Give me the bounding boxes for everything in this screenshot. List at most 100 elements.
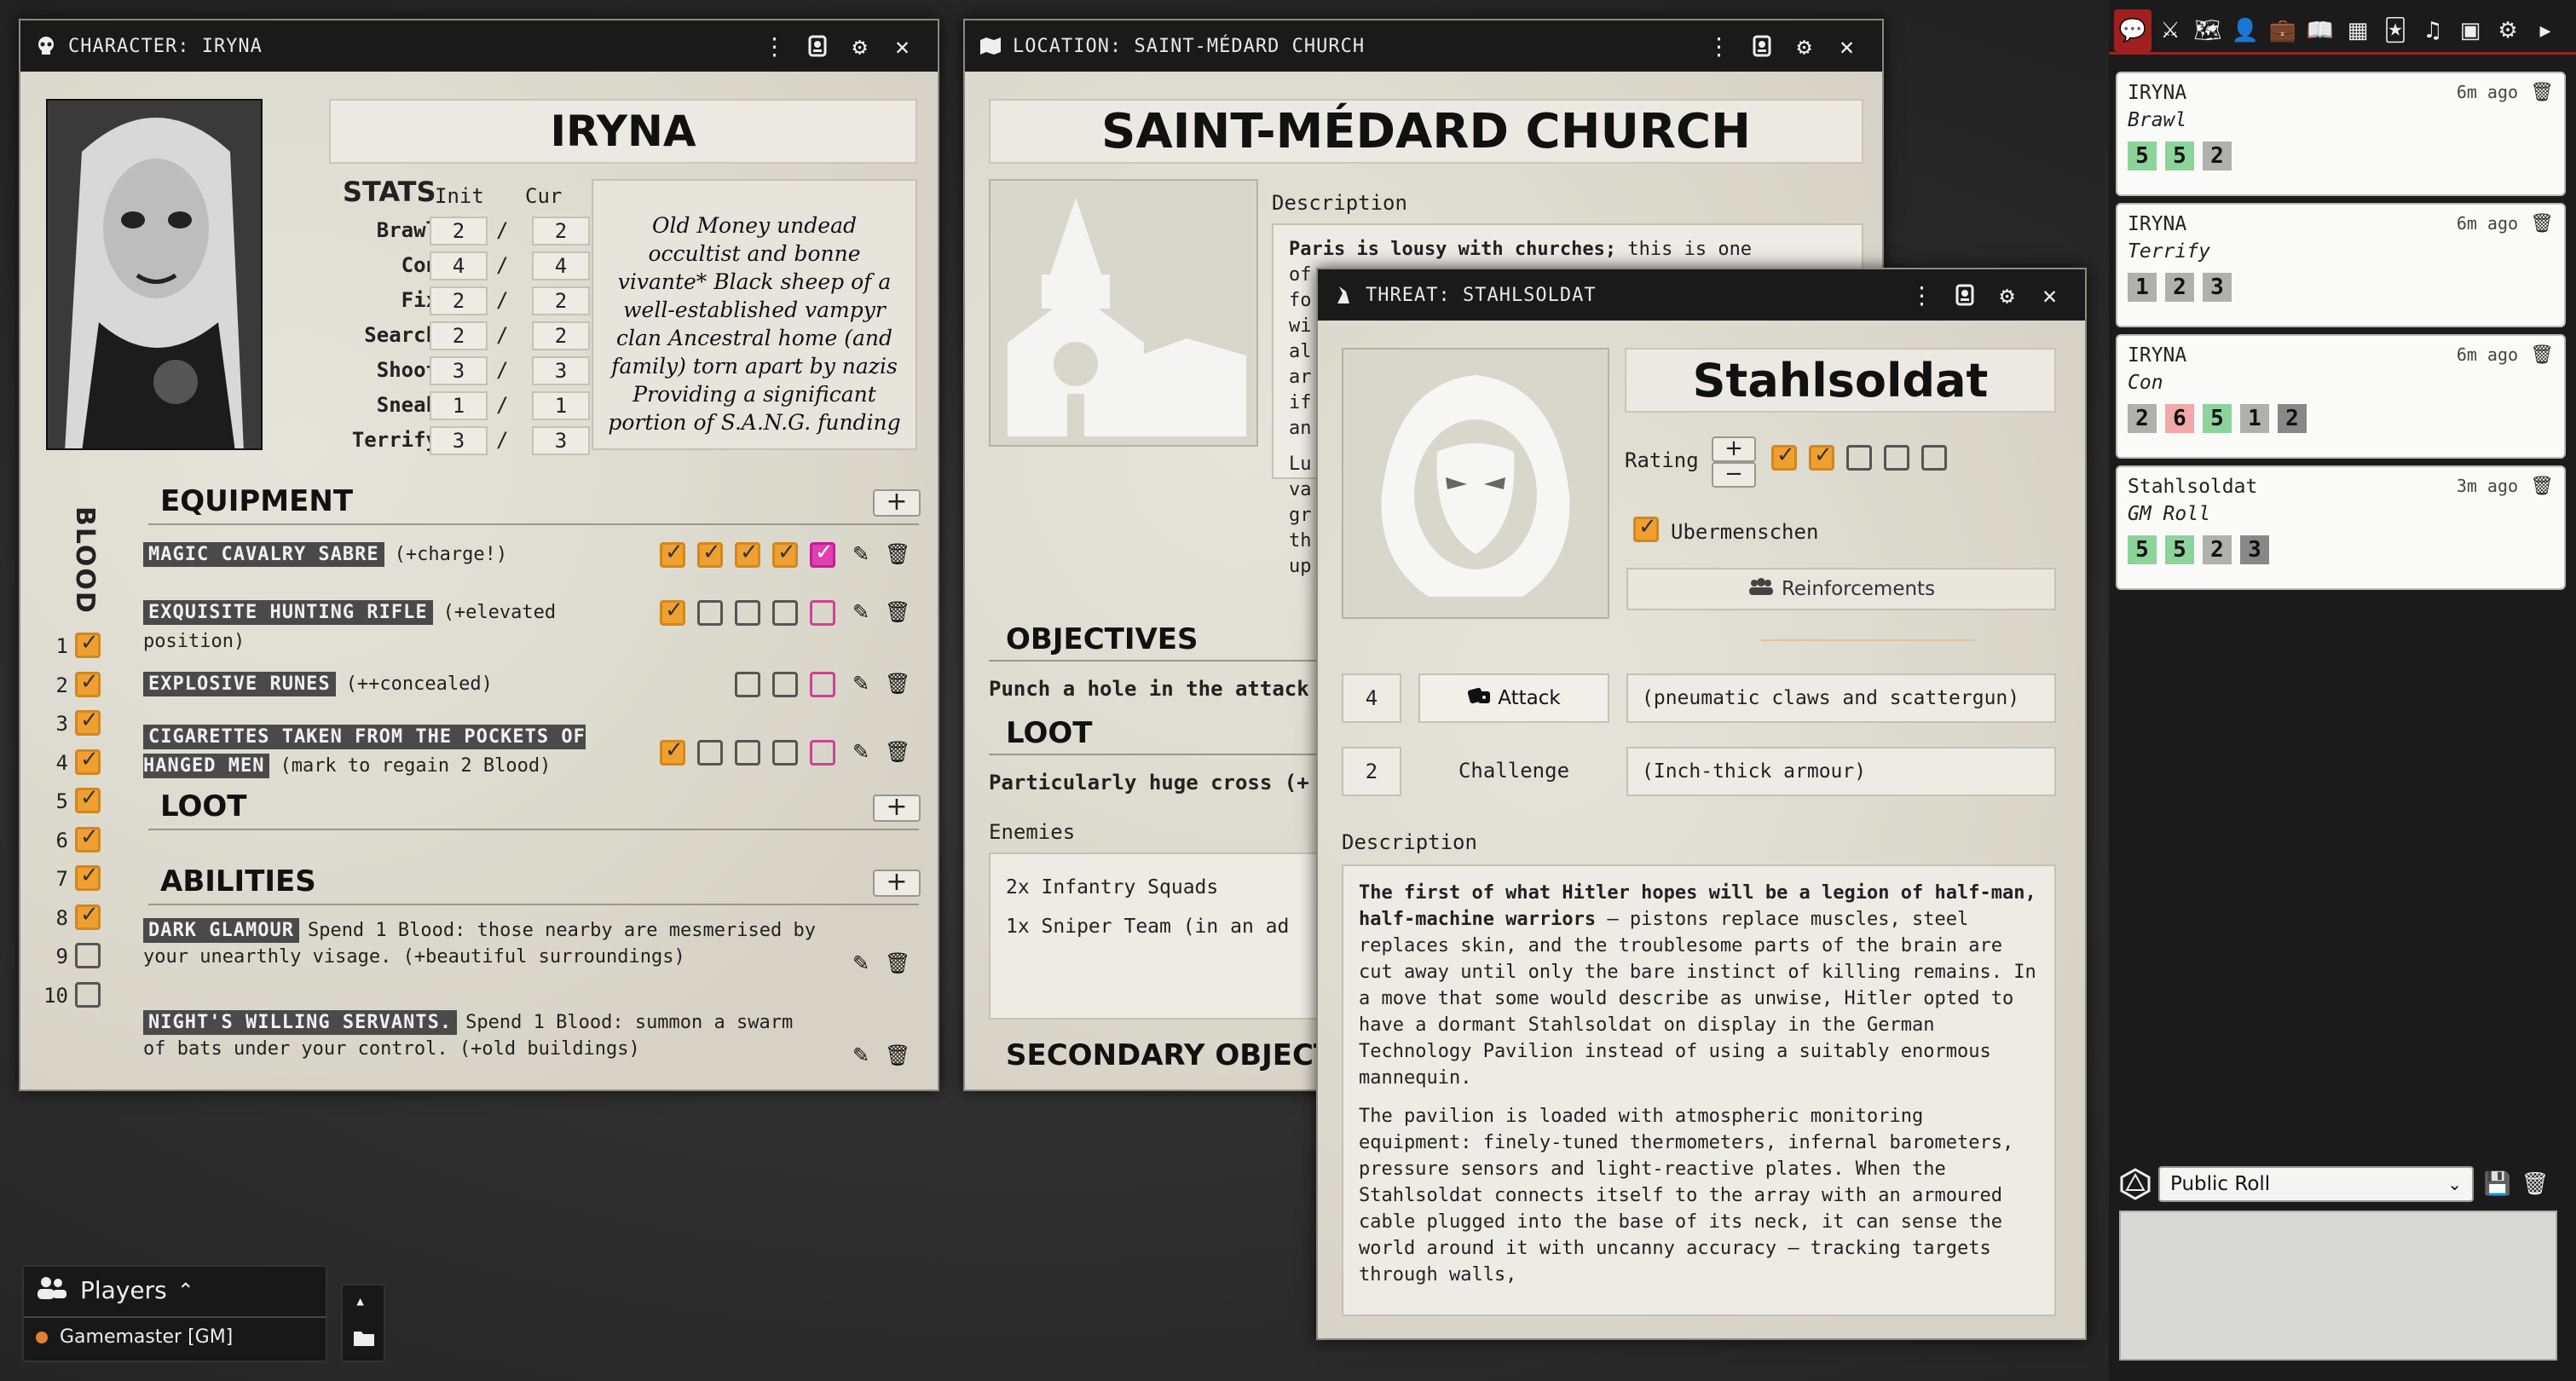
chat-roll-message[interactable]: IRYNA 6m ago 🗑 Terrify 1 2 3: [2116, 203, 2566, 327]
edit-icon[interactable]: ✎: [849, 1043, 873, 1067]
chat-roll-message[interactable]: IRYNA 6m ago 🗑 Brawl 5 5 2: [2116, 72, 2566, 196]
more-icon[interactable]: ⋮: [1901, 278, 1944, 312]
threat-name[interactable]: Stahlsoldat: [1625, 348, 2056, 413]
blood-checkbox[interactable]: [75, 824, 101, 852]
stat-current-field[interactable]: 3: [532, 356, 590, 385]
rating-checkbox[interactable]: [1884, 445, 1909, 471]
players-header[interactable]: Players ⌃: [36, 1275, 194, 1305]
blood-checkbox[interactable]: [75, 943, 101, 968]
blood-checkbox[interactable]: [75, 981, 101, 1008]
equipment-item[interactable]: CIGARETTES TAKEN FROM THE POCKETS OF HAN…: [143, 723, 621, 781]
location-loot-text[interactable]: Particularly huge cross (+: [989, 771, 1309, 795]
equipment-use-checkbox[interactable]: [697, 600, 723, 626]
sheet-config-icon[interactable]: [1741, 29, 1783, 63]
delete-message-icon[interactable]: 🗑: [2530, 82, 2554, 104]
close-icon[interactable]: ✕: [881, 29, 924, 63]
rating-checkbox[interactable]: [1921, 445, 1947, 471]
equipment-item[interactable]: MAGIC CAVALRY SABRE (+charge!): [143, 540, 621, 569]
more-icon[interactable]: ⋮: [1698, 29, 1741, 63]
stat-init-field[interactable]: 4: [430, 251, 488, 280]
close-icon[interactable]: ✕: [2029, 278, 2071, 312]
reinforcements-button[interactable]: Reinforcements: [1626, 568, 2056, 610]
actors-icon[interactable]: 👤: [2227, 9, 2264, 52]
stat-init-field[interactable]: 2: [430, 321, 488, 350]
rating-checkbox[interactable]: [1771, 442, 1797, 471]
scenes-icon[interactable]: 🗺: [2189, 9, 2227, 52]
rating-checkbox[interactable]: [1846, 445, 1872, 471]
stat-current-field[interactable]: 1: [532, 391, 590, 420]
player-entry[interactable]: Gamemaster [GM]: [36, 1326, 233, 1348]
equipment-use-checkbox[interactable]: [660, 540, 685, 568]
music-icon[interactable]: ♫: [2414, 9, 2452, 52]
blood-checkbox[interactable]: [75, 630, 101, 658]
delete-message-icon[interactable]: 🗑: [2530, 213, 2554, 235]
stat-current-field[interactable]: 4: [532, 251, 590, 280]
blood-checkbox[interactable]: [75, 863, 101, 891]
location-name[interactable]: SAINT-MÉDARD CHURCH: [989, 99, 1863, 164]
d20-icon[interactable]: [2119, 1168, 2153, 1202]
gear-icon[interactable]: ⚙: [839, 29, 881, 63]
folder-icon[interactable]: [353, 1328, 375, 1350]
save-icon[interactable]: 💾: [2479, 1163, 2516, 1205]
chat-roll-message[interactable]: IRYNA 6m ago 🗑 Con 2 6 5 1 2: [2116, 334, 2566, 459]
attack-value[interactable]: 4: [1342, 673, 1401, 723]
equipment-use-checkbox[interactable]: [772, 540, 798, 568]
edit-icon[interactable]: ✎: [849, 600, 873, 624]
delete-message-icon[interactable]: 🗑: [2530, 476, 2554, 498]
blood-checkbox[interactable]: [75, 785, 101, 813]
stat-init-field[interactable]: 3: [430, 356, 488, 385]
location-sheet-header[interactable]: LOCATION: SAINT-MÉDARD CHURCH ⋮ ⚙ ✕: [965, 20, 1882, 72]
equipment-item[interactable]: EXPLOSIVE RUNES (++concealed): [143, 670, 621, 699]
gear-icon[interactable]: ⚙: [1783, 29, 1826, 63]
trash-icon[interactable]: 🗑: [885, 740, 910, 764]
challenge-value[interactable]: 2: [1342, 747, 1401, 796]
edit-icon[interactable]: ✎: [849, 542, 873, 566]
threat-sheet-header[interactable]: THREAT: STAHLSOLDAT ⋮ ⚙ ✕: [1318, 269, 2085, 321]
trash-icon[interactable]: 🗑: [885, 1043, 910, 1067]
add-ability-button[interactable]: +: [873, 870, 921, 897]
stat-init-field[interactable]: 3: [430, 426, 488, 455]
equipment-use-checkbox[interactable]: [735, 600, 760, 626]
church-image[interactable]: [989, 179, 1258, 447]
chevron-up-icon[interactable]: ▴: [355, 1291, 366, 1312]
collapse-sidebar-icon[interactable]: ▸: [2527, 9, 2564, 52]
character-bio[interactable]: Old Money undead occultist and bonne viv…: [592, 179, 917, 450]
equipment-use-checkbox[interactable]: [735, 540, 760, 568]
tables-icon[interactable]: ▦: [2339, 9, 2377, 52]
close-icon[interactable]: ✕: [1826, 29, 1868, 63]
threat-portrait[interactable]: [1342, 348, 1609, 619]
trash-icon[interactable]: 🗑: [885, 672, 910, 696]
equipment-use-checkbox[interactable]: [810, 600, 835, 626]
trash-icon[interactable]: 🗑: [885, 951, 910, 975]
equipment-use-checkbox[interactable]: [735, 672, 760, 697]
equipment-use-checkbox[interactable]: [772, 600, 798, 626]
challenge-description[interactable]: (Inch-thick armour): [1626, 747, 2056, 796]
attack-description[interactable]: (pneumatic claws and scattergun): [1626, 673, 2056, 723]
add-loot-button[interactable]: +: [873, 795, 921, 822]
chat-roll-message[interactable]: Stahlsoldat 3m ago 🗑 GM Roll 5 5 2 3: [2116, 465, 2566, 590]
rating-decrease-button[interactable]: −: [1712, 462, 1756, 488]
edit-icon[interactable]: ✎: [849, 740, 873, 764]
blood-checkbox[interactable]: [75, 708, 101, 736]
more-icon[interactable]: ⋮: [754, 29, 796, 63]
character-name[interactable]: IRYNA: [329, 99, 917, 164]
stat-current-field[interactable]: 2: [532, 321, 590, 350]
stat-init-field[interactable]: 2: [430, 217, 488, 246]
gear-icon[interactable]: ⚙: [1986, 278, 2029, 312]
rating-increase-button[interactable]: +: [1712, 436, 1756, 462]
ability-item[interactable]: NIGHT'S WILLING SERVANTS. Spend 1 Blood: …: [143, 1009, 817, 1062]
edit-icon[interactable]: ✎: [849, 672, 873, 696]
character-portrait[interactable]: [46, 99, 263, 450]
equipment-use-checkbox[interactable]: [660, 598, 685, 626]
equipment-use-checkbox[interactable]: [810, 740, 835, 766]
equipment-use-checkbox[interactable]: [660, 737, 685, 766]
blood-checkbox[interactable]: [75, 902, 101, 930]
objective-text[interactable]: Punch a hole in the attack: [989, 677, 1309, 701]
journal-icon[interactable]: 📖: [2302, 9, 2339, 52]
attack-button[interactable]: Attack: [1418, 673, 1609, 723]
equipment-use-checkbox[interactable]: [810, 672, 835, 697]
blood-checkbox[interactable]: [75, 669, 101, 697]
character-sheet-header[interactable]: CHARACTER: IRYNA ⋮ ⚙ ✕: [20, 20, 938, 72]
trash-icon[interactable]: 🗑: [885, 600, 910, 624]
roll-mode-select[interactable]: Public Roll ⌄: [2158, 1166, 2474, 1202]
